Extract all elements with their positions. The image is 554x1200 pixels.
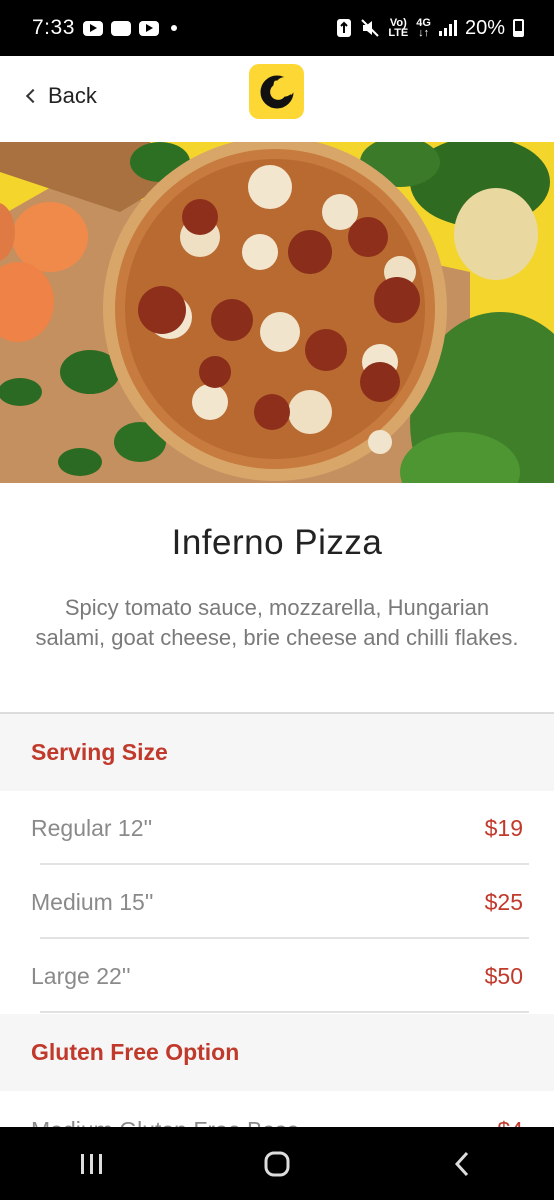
option-label: Medium 15'': [31, 888, 154, 915]
recent-apps-button[interactable]: [42, 1134, 142, 1194]
status-time: 7:33: [32, 16, 75, 39]
battery-icon: [513, 19, 524, 37]
app-header: Back: [0, 56, 554, 142]
youtube-notification-icon: [82, 20, 103, 36]
item-details: Inferno Pizza Spicy tomato sauce, mozzar…: [0, 483, 554, 713]
item-photo: [0, 142, 554, 483]
status-bar-right: Vo) LTE 4G ↓↑ 20%: [336, 17, 524, 40]
app-logo: [249, 64, 304, 119]
volte-bottom: LTE: [388, 27, 409, 39]
system-navigation-bar: [0, 1127, 554, 1200]
home-button[interactable]: [227, 1134, 327, 1194]
network-type-indicator: 4G ↓↑: [416, 18, 431, 39]
network-type-bottom: ↓↑: [418, 27, 430, 39]
option-label: Large 22'': [31, 962, 131, 989]
option-row-medium[interactable]: Medium 15'' $25: [0, 865, 554, 939]
status-bar-left: 7:33: [32, 16, 177, 40]
back-button[interactable]: Back: [22, 76, 97, 116]
app-notification-icon: [110, 20, 131, 36]
chevron-left-icon: [25, 88, 41, 104]
item-title: Inferno Pizza: [171, 523, 383, 562]
option-price: $19: [484, 814, 523, 841]
moon-icon: [260, 75, 295, 108]
option-row-regular[interactable]: Regular 12'' $19: [0, 791, 554, 865]
youtube-notification-icon-2: [138, 20, 159, 36]
battery-percentage: 20%: [464, 16, 505, 39]
recent-apps-icon: [81, 1153, 103, 1174]
section-header-gluten-free: Gluten Free Option: [0, 1014, 554, 1091]
option-label: Regular 12'': [31, 814, 153, 841]
section-title: Serving Size: [31, 739, 168, 765]
status-bar: 7:33 Vo) LTE 4G ↓↑ 20%: [0, 0, 554, 56]
more-notifications-icon: [170, 25, 177, 31]
back-arrow-icon: [454, 1151, 468, 1176]
mute-icon: [361, 19, 380, 37]
option-price: $25: [484, 888, 523, 915]
back-label: Back: [48, 83, 97, 108]
option-row-large[interactable]: Large 22'' $50: [0, 939, 554, 1013]
home-icon: [264, 1151, 290, 1176]
system-back-button[interactable]: [412, 1134, 512, 1194]
volte-indicator: Vo) LTE: [388, 18, 409, 39]
signal-strength-icon: [438, 20, 457, 36]
item-description: Spicy tomato sauce, mozzarella, Hungaria…: [35, 595, 519, 650]
option-price: $50: [484, 962, 523, 989]
section-header-serving-size: Serving Size: [0, 714, 554, 791]
section-title: Gluten Free Option: [31, 1039, 240, 1065]
row-divider: [40, 1011, 529, 1013]
sync-icon: [337, 19, 352, 37]
pizza-illustration: [0, 142, 554, 483]
